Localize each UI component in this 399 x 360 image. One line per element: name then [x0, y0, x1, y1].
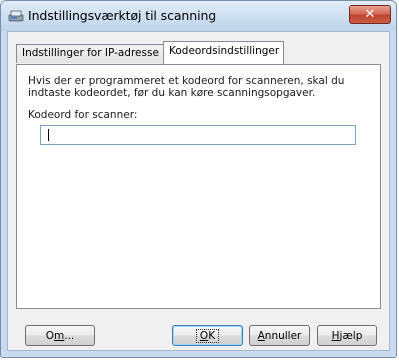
tab-label: Indstillinger for IP-adresse	[22, 47, 159, 59]
help-button[interactable]: Hjælp	[317, 325, 377, 346]
password-settings-panel: Hvis der er programmeret et kodeord for …	[16, 64, 381, 309]
tab-ip-address-settings[interactable]: Indstillinger for IP-adresse	[16, 44, 164, 63]
scanner-settings-icon	[8, 10, 24, 22]
password-field-label: Kodeord for scanner:	[28, 109, 138, 121]
tab-label: Kodeordsindstillinger	[169, 45, 280, 57]
ok-button[interactable]: OK	[172, 325, 243, 346]
window-title: Indstillingsværktøj til scanning	[28, 8, 217, 23]
title-bar[interactable]: Indstillingsværktøj til scanning ✕	[1, 1, 396, 31]
close-icon: ✕	[364, 7, 376, 22]
cancel-button[interactable]: Annuller	[249, 325, 310, 346]
about-button[interactable]: Om...	[25, 325, 95, 346]
scanner-password-input[interactable]	[40, 125, 356, 145]
tab-password-settings[interactable]: Kodeordsindstillinger	[163, 41, 284, 64]
password-info-text: Hvis der er programmeret et kodeord for …	[28, 75, 345, 99]
text-cursor	[48, 129, 49, 141]
close-button[interactable]: ✕	[349, 5, 391, 24]
dialog-content: Indstillinger for IP-adresse Kodeordsind…	[7, 31, 390, 351]
dialog-window: Indstillingsværktøj til scanning ✕ Indst…	[0, 0, 397, 358]
